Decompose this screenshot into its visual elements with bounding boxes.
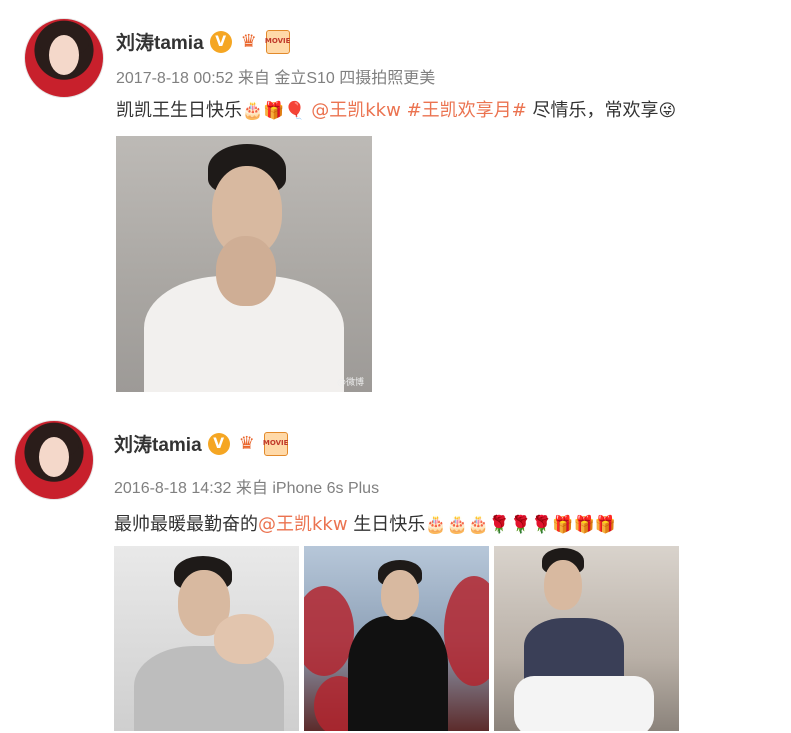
- crown-icon[interactable]: ♛: [238, 31, 260, 53]
- post-image[interactable]: [494, 546, 679, 731]
- movie-badge-icon[interactable]: MOVIE: [263, 431, 288, 456]
- image-watermark: @微博: [336, 378, 364, 388]
- mention-link[interactable]: @王凯kkw: [258, 514, 348, 535]
- post-meta: 2016-8-18 14:32 来自 iPhone 6s Plus: [114, 474, 379, 498]
- post-image[interactable]: @微博: [116, 136, 372, 392]
- post-meta: 2017-8-18 00:52 来自 金立S10 四摄拍照更美: [116, 64, 435, 88]
- author-name[interactable]: 刘涛tamia: [116, 28, 204, 55]
- cake-gift-balloon-emoji: 🎂🎁🎈: [242, 101, 306, 121]
- avatar[interactable]: [14, 420, 94, 500]
- post-text: 凯凯王生日快乐🎂🎁🎈 @王凯kkw #王凯欢享月# 尽情乐，常欢享😜: [116, 96, 676, 122]
- post-text-content: 凯凯王生日快乐: [116, 100, 242, 121]
- wink-tongue-emoji: 😜: [658, 101, 677, 121]
- mention-link[interactable]: @王凯kkw: [311, 100, 401, 121]
- post-source[interactable]: 来自 金立S10 四摄拍照更美: [238, 70, 435, 87]
- post-text-suffix: 生日快乐: [347, 514, 426, 535]
- post-source[interactable]: 来自 iPhone 6s Plus: [236, 480, 379, 497]
- cake-rose-gift-emoji: 🎂🎂🎂🌹🌹🌹🎁🎁🎁: [425, 515, 616, 535]
- author-row: 刘涛tamia V ♛ MOVIE: [114, 430, 288, 457]
- post-timestamp[interactable]: 2016-8-18 14:32: [114, 480, 231, 497]
- verified-icon[interactable]: V: [209, 30, 232, 53]
- author-name[interactable]: 刘涛tamia: [114, 430, 202, 457]
- post-timestamp[interactable]: 2017-8-18 00:52: [116, 70, 233, 87]
- movie-badge-icon[interactable]: MOVIE: [265, 29, 290, 54]
- author-row: 刘涛tamia V ♛ MOVIE: [116, 28, 290, 55]
- post-text-suffix: 尽情乐，常欢享: [532, 100, 659, 121]
- verified-icon[interactable]: V: [207, 432, 230, 455]
- hashtag-link[interactable]: #王凯欢享月#: [407, 100, 527, 121]
- crown-icon[interactable]: ♛: [236, 433, 258, 455]
- post-image[interactable]: [304, 546, 489, 731]
- post-text: 最帅最暖最勤奋的@王凯kkw 生日快乐🎂🎂🎂🌹🌹🌹🎁🎁🎁: [114, 510, 616, 536]
- avatar[interactable]: [24, 18, 104, 98]
- post-text-content: 最帅最暖最勤奋的: [114, 514, 258, 535]
- post-image[interactable]: [114, 546, 299, 731]
